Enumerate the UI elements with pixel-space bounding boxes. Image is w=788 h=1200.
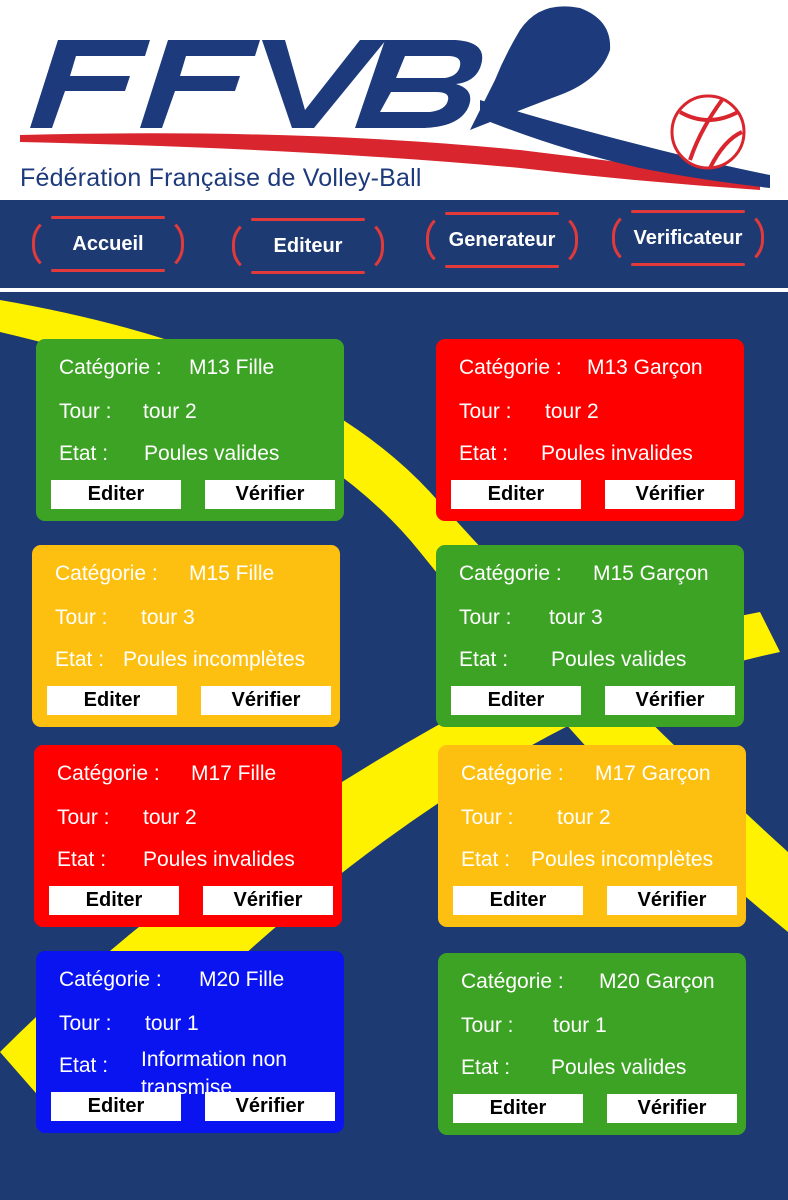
main-navigation: Accueil Editeur Generateur Verificateur [0, 200, 788, 290]
category-card: Catégorie : M13 Garçon Tour : tour 2 Etat : P… [436, 339, 744, 521]
tour-label: Tour : [461, 806, 514, 829]
tour-value: tour 1 [145, 1012, 199, 1035]
category-card: Catégorie : M17 Garçon Tour : tour 2 Etat : P… [438, 745, 746, 927]
etat-label: Etat : [57, 848, 107, 871]
categorie-value: M13 Fille [189, 356, 275, 379]
header: Fédération Française de Volley-Ball [0, 0, 788, 200]
verify-button[interactable]: Vérifier [205, 1092, 335, 1121]
etat-label: Etat : [461, 848, 511, 871]
categorie-value: M15 Fille [189, 562, 275, 585]
categorie-value: M20 Fille [199, 968, 285, 991]
category-card: Catégorie : M15 Garçon Tour : tour 3 Etat : P… [436, 545, 744, 727]
etat-label: Etat : [59, 1054, 109, 1077]
categorie-value: M13 Garçon [587, 356, 703, 379]
federation-name: Fédération Française de Volley-Ball [20, 164, 422, 192]
categorie-label: Catégorie : [459, 562, 562, 585]
edit-button[interactable]: Editer [451, 686, 581, 715]
categorie-label: Catégorie : [57, 762, 160, 785]
main-content: Catégorie : M13 Fille Tour : tour 2 Etat : Po… [0, 292, 788, 1200]
tour-label: Tour : [459, 606, 512, 629]
etat-value: Poules incomplètes [123, 648, 306, 671]
nav-accueil-button[interactable]: Accueil [32, 216, 184, 272]
categorie-label: Catégorie : [59, 356, 162, 379]
etat-value: Poules invalides [143, 848, 295, 871]
edit-button[interactable]: Editer [51, 1092, 181, 1121]
category-card: Catégorie : M13 Fille Tour : tour 2 Etat : Po… [36, 339, 344, 521]
categorie-label: Catégorie : [459, 356, 562, 379]
tour-value: tour 2 [557, 806, 611, 829]
categorie-value: M20 Garçon [599, 970, 715, 993]
tour-value: tour 2 [143, 806, 197, 829]
nav-editeur-button[interactable]: Editeur [232, 218, 384, 274]
etat-label: Etat : [459, 442, 509, 465]
etat-label: Etat : [459, 648, 509, 671]
edit-button[interactable]: Editer [49, 886, 179, 915]
etat-value: Poules incomplètes [531, 848, 714, 871]
tour-value: tour 2 [545, 400, 599, 423]
volleyball-icon [670, 94, 746, 170]
tour-label: Tour : [59, 1012, 112, 1035]
etat-label: Etat : [55, 648, 105, 671]
edit-button[interactable]: Editer [51, 480, 181, 509]
tour-label: Tour : [459, 400, 512, 423]
etat-label: Etat : [59, 442, 109, 465]
verify-button[interactable]: Vérifier [201, 686, 331, 715]
tour-label: Tour : [57, 806, 110, 829]
categorie-label: Catégorie : [461, 762, 564, 785]
verify-button[interactable]: Vérifier [203, 886, 333, 915]
category-card: Catégorie : M20 Garçon Tour : tour 1 Etat : P… [438, 953, 746, 1135]
edit-button[interactable]: Editer [453, 886, 583, 915]
verify-button[interactable]: Vérifier [605, 686, 735, 715]
etat-value: Poules valides [144, 442, 280, 465]
categorie-value: M15 Garçon [593, 562, 709, 585]
nav-verificateur-button[interactable]: Verificateur [612, 210, 764, 266]
etat-label: Etat : [461, 1056, 511, 1079]
tour-label: Tour : [55, 606, 108, 629]
verify-button[interactable]: Vérifier [607, 886, 737, 915]
etat-value: Poules valides [551, 648, 687, 671]
categorie-value: M17 Fille [191, 762, 277, 785]
categorie-label: Catégorie : [55, 562, 158, 585]
etat-value: Poules invalides [541, 442, 693, 465]
category-card: Catégorie : M17 Fille Tour : tour 2 Etat : Po… [34, 745, 342, 927]
verify-button[interactable]: Vérifier [605, 480, 735, 509]
edit-button[interactable]: Editer [451, 480, 581, 509]
tour-value: tour 3 [549, 606, 603, 629]
etat-value: Poules valides [551, 1056, 687, 1079]
verify-button[interactable]: Vérifier [205, 480, 335, 509]
verify-button[interactable]: Vérifier [607, 1094, 737, 1123]
categorie-label: Catégorie : [59, 968, 162, 991]
tour-value: tour 3 [141, 606, 195, 629]
edit-button[interactable]: Editer [453, 1094, 583, 1123]
category-card: Catégorie : M15 Fille Tour : tour 3 Etat : Po… [32, 545, 340, 727]
edit-button[interactable]: Editer [47, 686, 177, 715]
category-card: Catégorie : M20 Fille Tour : tour 1 Etat : In… [36, 951, 344, 1133]
nav-generateur-button[interactable]: Generateur [426, 212, 578, 268]
tour-label: Tour : [59, 400, 112, 423]
tour-value: tour 1 [553, 1014, 607, 1037]
categorie-value: M17 Garçon [595, 762, 711, 785]
tour-label: Tour : [461, 1014, 514, 1037]
tour-value: tour 2 [143, 400, 197, 423]
categorie-label: Catégorie : [461, 970, 564, 993]
